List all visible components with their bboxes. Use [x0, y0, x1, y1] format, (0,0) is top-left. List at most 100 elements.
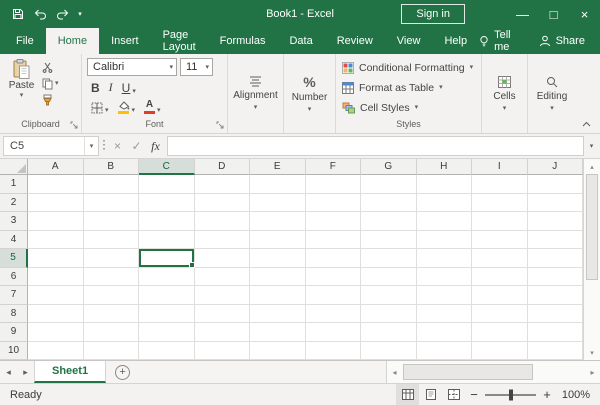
cell-J3[interactable]	[528, 212, 584, 231]
borders-button[interactable]: ▾	[91, 102, 109, 114]
cell-J6[interactable]	[528, 268, 584, 287]
column-header-E[interactable]: E	[250, 159, 306, 175]
cell-H2[interactable]	[417, 194, 473, 213]
cell-H8[interactable]	[417, 305, 473, 324]
scroll-down-icon[interactable]: ▾	[584, 345, 600, 360]
select-all-button[interactable]	[0, 159, 28, 175]
zoom-in-button[interactable]: +	[538, 387, 556, 402]
cell-J10[interactable]	[528, 342, 584, 361]
cell-B8[interactable]	[84, 305, 140, 324]
row-header-3[interactable]: 3	[0, 212, 28, 231]
alignment-button[interactable]: Alignment ▾	[228, 57, 283, 133]
cell-G2[interactable]	[361, 194, 417, 213]
sign-in-button[interactable]: Sign in	[401, 4, 465, 24]
cell-E7[interactable]	[250, 286, 306, 305]
tab-page-layout[interactable]: Page Layout	[151, 28, 208, 54]
zoom-slider-thumb[interactable]	[509, 389, 513, 400]
cell-I8[interactable]	[472, 305, 528, 324]
cell-B7[interactable]	[84, 286, 140, 305]
share-button[interactable]: Share	[539, 35, 585, 47]
cell-F3[interactable]	[306, 212, 362, 231]
cell-E4[interactable]	[250, 231, 306, 250]
tab-help[interactable]: Help	[432, 28, 479, 54]
cell-H3[interactable]	[417, 212, 473, 231]
cell-F2[interactable]	[306, 194, 362, 213]
normal-view-button[interactable]	[396, 384, 419, 405]
cell-A1[interactable]	[28, 175, 84, 194]
insert-function-button[interactable]: fx	[146, 136, 165, 156]
vertical-scroll-track[interactable]	[584, 174, 600, 345]
horizontal-scroll-thumb[interactable]	[403, 364, 533, 380]
scroll-right-icon[interactable]: ▸	[585, 361, 600, 383]
cell-F8[interactable]	[306, 305, 362, 324]
bold-button[interactable]: B	[91, 81, 100, 95]
cell-C2[interactable]	[139, 194, 195, 213]
cell-H9[interactable]	[417, 323, 473, 342]
close-button[interactable]: ×	[569, 0, 600, 28]
italic-button[interactable]: I	[109, 80, 113, 95]
cell-J8[interactable]	[528, 305, 584, 324]
cell-D4[interactable]	[195, 231, 251, 250]
cell-H4[interactable]	[417, 231, 473, 250]
expand-formula-bar-icon[interactable]: ▾	[584, 142, 599, 150]
enter-icon[interactable]: ✓	[127, 136, 146, 156]
cell-F5[interactable]	[306, 249, 362, 268]
cell-styles-button[interactable]: Cell Styles ▾	[342, 99, 477, 116]
cell-D2[interactable]	[195, 194, 251, 213]
sheet-tab-sheet1[interactable]: Sheet1	[34, 361, 106, 383]
cell-G5[interactable]	[361, 249, 417, 268]
tab-insert[interactable]: Insert	[99, 28, 151, 54]
cell-E5[interactable]	[250, 249, 306, 268]
cell-F6[interactable]	[306, 268, 362, 287]
cell-B4[interactable]	[84, 231, 140, 250]
cell-H1[interactable]	[417, 175, 473, 194]
scroll-left-icon[interactable]: ◂	[387, 361, 402, 383]
tab-data[interactable]: Data	[277, 28, 324, 54]
cell-B1[interactable]	[84, 175, 140, 194]
column-header-J[interactable]: J	[528, 159, 584, 175]
column-header-H[interactable]: H	[417, 159, 473, 175]
cell-I4[interactable]	[472, 231, 528, 250]
sheet-nav-left-icon[interactable]: ◂	[0, 361, 17, 383]
tell-me-button[interactable]: Tell me	[479, 29, 511, 53]
cell-G6[interactable]	[361, 268, 417, 287]
conditional-formatting-button[interactable]: Conditional Formatting ▾	[342, 59, 477, 76]
formula-input[interactable]	[167, 136, 584, 156]
sheet-nav-right-icon[interactable]: ▸	[17, 361, 34, 383]
cell-H6[interactable]	[417, 268, 473, 287]
underline-button[interactable]: U ▾	[122, 81, 136, 95]
cell-G1[interactable]	[361, 175, 417, 194]
cell-I5[interactable]	[472, 249, 528, 268]
cell-J5[interactable]	[528, 249, 584, 268]
cell-I1[interactable]	[472, 175, 528, 194]
cell-D3[interactable]	[195, 212, 251, 231]
clipboard-dialog-launcher-icon[interactable]	[70, 121, 78, 129]
cell-C6[interactable]	[139, 268, 195, 287]
cell-B9[interactable]	[84, 323, 140, 342]
row-header-8[interactable]: 8	[0, 305, 28, 324]
cell-E3[interactable]	[250, 212, 306, 231]
scroll-up-icon[interactable]: ▴	[584, 159, 600, 174]
tab-file[interactable]: File	[4, 28, 46, 54]
cell-I9[interactable]	[472, 323, 528, 342]
cell-E1[interactable]	[250, 175, 306, 194]
row-header-2[interactable]: 2	[0, 194, 28, 213]
vertical-scrollbar[interactable]: ▴ ▾	[583, 159, 600, 360]
cell-H5[interactable]	[417, 249, 473, 268]
cell-E6[interactable]	[250, 268, 306, 287]
column-header-A[interactable]: A	[28, 159, 84, 175]
cell-J7[interactable]	[528, 286, 584, 305]
row-header-10[interactable]: 10	[0, 342, 28, 361]
cell-F1[interactable]	[306, 175, 362, 194]
fill-color-button[interactable]: ▾	[118, 101, 136, 114]
formula-bar-drag-handle[interactable]	[99, 140, 108, 152]
cell-A4[interactable]	[28, 231, 84, 250]
cancel-icon[interactable]: ×	[108, 136, 127, 156]
cell-G4[interactable]	[361, 231, 417, 250]
cell-D9[interactable]	[195, 323, 251, 342]
cells-button[interactable]: Cells ▾	[482, 57, 527, 133]
zoom-out-button[interactable]: −	[465, 387, 483, 402]
cell-C3[interactable]	[139, 212, 195, 231]
collapse-ribbon-icon[interactable]	[582, 121, 591, 127]
cell-J2[interactable]	[528, 194, 584, 213]
